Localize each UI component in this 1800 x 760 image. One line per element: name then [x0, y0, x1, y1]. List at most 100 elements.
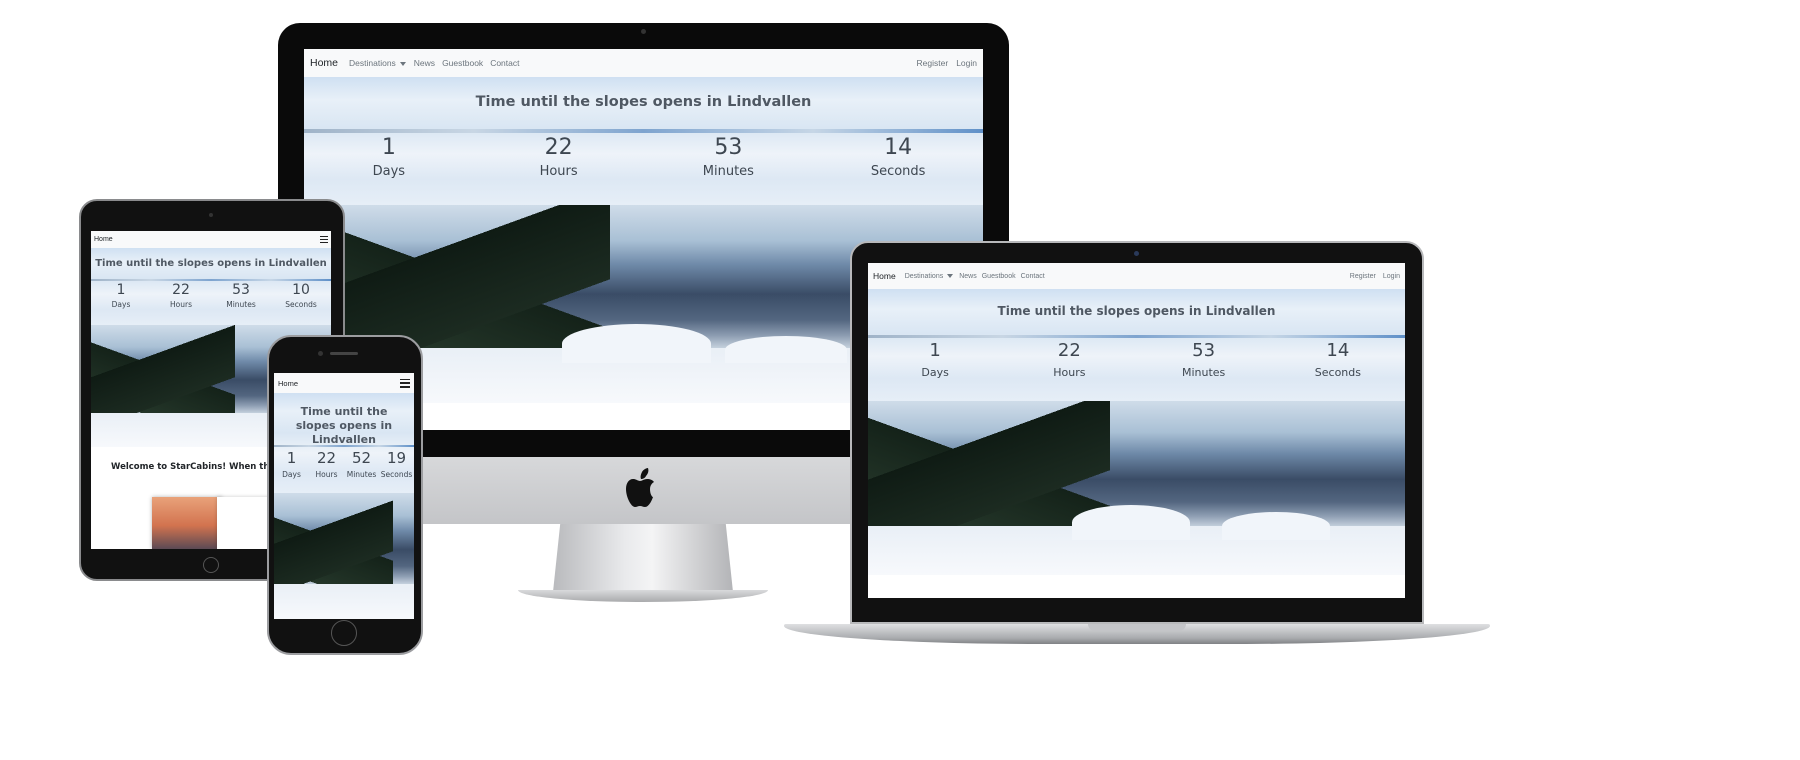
countdown-value: 53: [714, 135, 743, 160]
imac-camera: [641, 29, 646, 34]
imac-base: [518, 590, 768, 602]
countdown-value: 1: [381, 135, 396, 160]
laptop-screen: Home Destinations News Guestbook Contact…: [868, 263, 1405, 598]
countdown-days: 1 Days: [91, 282, 151, 309]
nav-link-register[interactable]: Register: [1350, 273, 1376, 280]
nav-brand-home[interactable]: Home: [94, 236, 113, 243]
countdown-value: 53: [232, 282, 250, 298]
nav-link-guestbook[interactable]: Guestbook: [982, 273, 1016, 280]
hero-image: [868, 401, 1405, 575]
countdown-unit: Minutes: [346, 470, 377, 479]
countdown-seconds: 10 Seconds: [271, 282, 331, 309]
phone-camera: [318, 351, 323, 356]
countdown-title: Time until the slopes opens in Lindvalle…: [295, 405, 393, 446]
countdown-unit: Hours: [1053, 366, 1086, 379]
nav-link-contact[interactable]: Contact: [490, 58, 519, 68]
nav-link-login[interactable]: Login: [956, 58, 977, 68]
countdown-unit: Minutes: [1181, 366, 1226, 379]
countdown-hours: 22 Hours: [309, 449, 344, 479]
countdown-value: 1: [116, 282, 126, 298]
laptop-camera: [1134, 251, 1139, 256]
hamburger-menu-icon[interactable]: [400, 378, 410, 388]
caret-down-icon: [947, 273, 954, 278]
divider: [868, 335, 1405, 338]
countdown-row: 1 Days 22 Hours 53 Minutes 10 Seconds: [91, 282, 331, 309]
nav-link-news[interactable]: News: [414, 58, 435, 68]
countdown-seconds: 14 Seconds: [1271, 340, 1405, 379]
countdown-unit: Hours: [315, 470, 338, 479]
countdown-minutes: 52 Minutes: [344, 449, 379, 479]
countdown-unit: Days: [282, 470, 301, 479]
countdown-days: 1 Days: [868, 340, 1002, 379]
countdown-value: 14: [1326, 340, 1350, 361]
nav-link-news[interactable]: News: [959, 273, 977, 280]
nav-destinations-label: Destinations: [349, 58, 396, 68]
countdown-unit: Days: [372, 164, 406, 179]
nav-destinations-dropdown[interactable]: Destinations: [349, 58, 406, 68]
countdown-title: Time until the slopes opens in Lindvalle…: [475, 94, 812, 110]
countdown-unit: Hours: [170, 300, 192, 309]
apple-logo-icon: [626, 468, 654, 507]
countdown-days: 1 Days: [274, 449, 309, 479]
nav-link-register[interactable]: Register: [917, 58, 949, 68]
countdown-title: Time until the slopes opens in Lindvalle…: [997, 304, 1276, 318]
nav-brand-home[interactable]: Home: [310, 57, 338, 69]
countdown-unit: Seconds: [285, 300, 317, 309]
countdown-value: 22: [172, 282, 190, 298]
countdown-unit: Days: [111, 300, 131, 309]
countdown-minutes: 53 Minutes: [644, 135, 814, 179]
countdown-unit: Hours: [539, 164, 578, 179]
countdown-hero: Time until the slopes opens in Lindvalle…: [304, 77, 983, 205]
countdown-unit: Seconds: [870, 164, 926, 179]
countdown-hero: Time until the slopes opens in Lindvalle…: [274, 393, 414, 493]
countdown-hours: 22 Hours: [1002, 340, 1136, 379]
countdown-hours: 22 Hours: [474, 135, 644, 179]
imac-stand: [553, 524, 733, 592]
divider: [91, 279, 331, 281]
divider: [274, 445, 414, 447]
laptop-notch: [1088, 624, 1186, 631]
countdown-hero: Time until the slopes opens in Lindvalle…: [868, 289, 1405, 401]
hero-image: [274, 493, 414, 619]
countdown-hero: Time until the slopes opens in Lindvalle…: [91, 248, 331, 325]
countdown-row: 1 Days 22 Hours 52 Minutes 19 Seconds: [274, 449, 414, 479]
countdown-seconds: 14 Seconds: [813, 135, 983, 179]
navbar: Home Destinations News Guestbook Contact…: [304, 49, 983, 77]
countdown-value: 53: [1192, 340, 1216, 361]
countdown-seconds: 19 Seconds: [379, 449, 414, 479]
countdown-title: Time until the slopes opens in Lindvalle…: [95, 258, 327, 269]
countdown-unit: Seconds: [380, 470, 413, 479]
nav-link-contact[interactable]: Contact: [1021, 273, 1045, 280]
nav-brand-home[interactable]: Home: [873, 271, 896, 281]
countdown-value: 22: [1057, 340, 1081, 361]
countdown-value: 10: [292, 282, 310, 298]
nav-link-guestbook[interactable]: Guestbook: [442, 58, 483, 68]
countdown-hours: 22 Hours: [151, 282, 211, 309]
tablet-home-button: [203, 557, 219, 573]
navbar: Home: [91, 231, 331, 248]
countdown-row: 1 Days 22 Hours 53 Minutes 14 Seconds: [304, 135, 983, 179]
countdown-unit: Minutes: [226, 300, 256, 309]
countdown-value: 52: [351, 449, 372, 467]
nav-brand-home[interactable]: Home: [278, 379, 298, 388]
countdown-value: 22: [316, 449, 337, 467]
countdown-minutes: 53 Minutes: [211, 282, 271, 309]
countdown-unit: Days: [921, 366, 949, 379]
navbar: Home Destinations News Guestbook Contact…: [868, 263, 1405, 289]
phone-home-button: [331, 620, 357, 646]
countdown-value: 1: [286, 449, 297, 467]
countdown-minutes: 53 Minutes: [1137, 340, 1271, 379]
countdown-unit: Seconds: [1314, 366, 1361, 379]
countdown-days: 1 Days: [304, 135, 474, 179]
divider: [304, 129, 983, 133]
countdown-value: 14: [884, 135, 913, 160]
countdown-value: 1: [929, 340, 941, 361]
hamburger-menu-icon[interactable]: [320, 236, 328, 243]
countdown-value: 19: [386, 449, 407, 467]
phone-speaker: [330, 352, 358, 355]
phone-screen: Home Time until the slopes opens in Lind…: [274, 373, 414, 619]
tablet-camera: [209, 213, 213, 217]
nav-destinations-dropdown[interactable]: Destinations: [905, 273, 954, 280]
countdown-value: 22: [544, 135, 573, 160]
nav-link-login[interactable]: Login: [1383, 273, 1400, 280]
